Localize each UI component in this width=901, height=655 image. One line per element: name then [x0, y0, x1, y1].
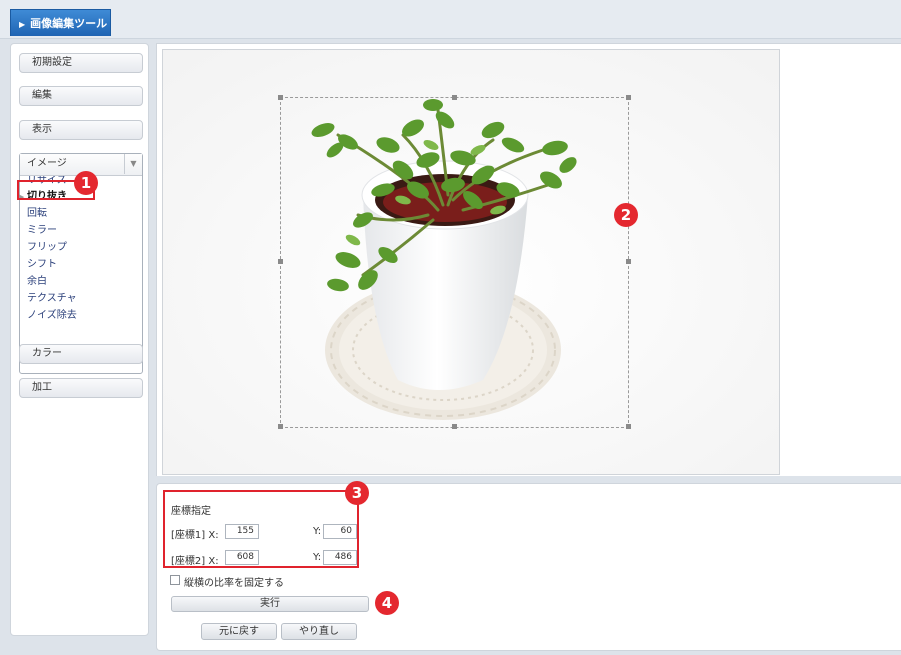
menu-option-margin[interactable]: 余白 [21, 274, 141, 290]
crop-selection[interactable] [280, 97, 629, 428]
coordinate-group: 座標指定 [座標1] X: 155 Y: 60 [座標2] X: 608 Y: … [163, 490, 359, 568]
coord2-y-input[interactable]: 486 [323, 550, 357, 565]
execute-button[interactable]: 実行 [171, 596, 369, 612]
app-title: 画像編集ツール [30, 17, 108, 30]
play-icon: ▶ [19, 20, 26, 29]
coord1-y-label: Y: [313, 526, 322, 537]
coord2-x-input[interactable]: 608 [225, 550, 259, 565]
coordinate-heading: 座標指定 [171, 506, 211, 517]
crop-handle-sw[interactable] [278, 424, 283, 429]
sidebar-button-view[interactable]: 表示 [19, 120, 143, 140]
redo-button[interactable]: やり直し [281, 623, 357, 640]
image-canvas[interactable]: 2 [162, 49, 780, 475]
crop-handle-nw[interactable] [278, 95, 283, 100]
menu-option-texture[interactable]: テクスチャ [21, 291, 141, 307]
crop-handle-e[interactable] [626, 259, 631, 264]
menu-option-shift[interactable]: シフト [21, 257, 141, 273]
coord2-y-label: Y: [313, 552, 322, 563]
callout-1: 1 [74, 171, 98, 195]
lock-ratio-checkbox[interactable] [170, 575, 180, 585]
callout-3: 3 [345, 481, 369, 505]
sidebar-button-process[interactable]: 加工 [19, 378, 143, 398]
crop-handle-ne[interactable] [626, 95, 631, 100]
callout-2: 2 [614, 203, 638, 227]
coord2-x-label: [座標2] X: [171, 556, 219, 567]
coord1-x-input[interactable]: 155 [225, 524, 259, 539]
callout-4: 4 [375, 591, 399, 615]
sidebar-button-color[interactable]: カラー [19, 344, 143, 364]
image-menu-label: イメージ [27, 158, 67, 169]
chevron-down-icon[interactable]: ▼ [124, 154, 142, 174]
crop-handle-s[interactable] [452, 424, 457, 429]
menu-option-denoise[interactable]: ノイズ除去 [21, 308, 141, 324]
preview-panel: 2 [156, 43, 901, 476]
undo-button[interactable]: 元に戻す [201, 623, 277, 640]
app-title-tab[interactable]: ▶ 画像編集ツール [10, 9, 111, 36]
lock-ratio-label[interactable]: 縦横の比率を固定する [184, 574, 284, 589]
sidebar-button-edit[interactable]: 編集 [19, 86, 143, 106]
menu-option-rotate[interactable]: 回転 [21, 206, 141, 222]
sidebar: 初期設定 編集 表示 イメージ ▼ リサイズ ▶ 切り抜き 回転 ミラー フリップ… [10, 43, 149, 636]
coord1-y-input[interactable]: 60 [323, 524, 357, 539]
crop-handle-n[interactable] [452, 95, 457, 100]
crop-controls-panel: 座標指定 [座標1] X: 155 Y: 60 [座標2] X: 608 Y: … [156, 481, 901, 651]
menu-option-flip[interactable]: フリップ [21, 240, 141, 256]
sidebar-button-initial-settings[interactable]: 初期設定 [19, 53, 143, 73]
coord1-x-label: [座標1] X: [171, 530, 219, 541]
crop-handle-se[interactable] [626, 424, 631, 429]
menu-option-mirror[interactable]: ミラー [21, 223, 141, 239]
top-bar: ▶ 画像編集ツール [0, 0, 901, 39]
crop-handle-w[interactable] [278, 259, 283, 264]
